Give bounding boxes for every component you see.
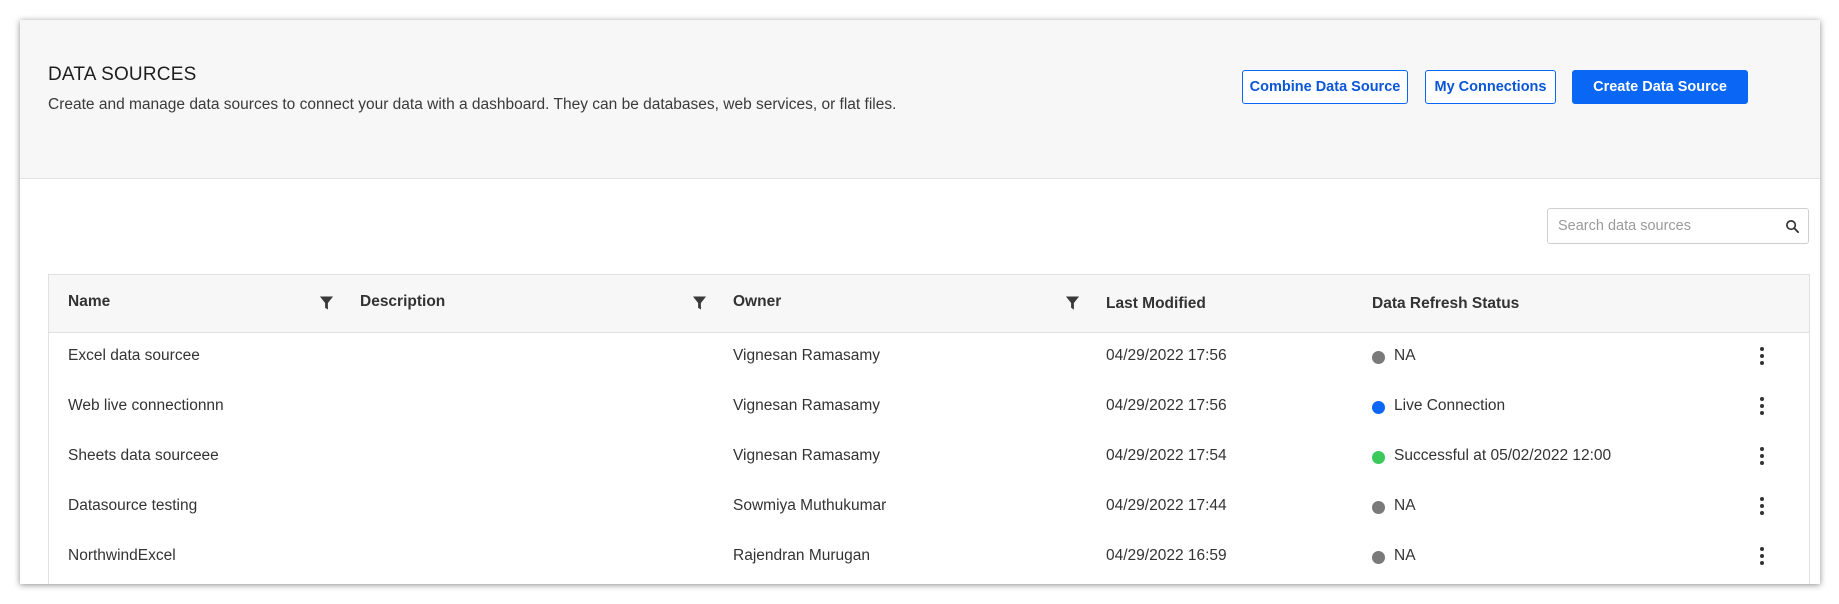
create-data-source-button[interactable]: Create Data Source [1572, 70, 1748, 104]
table-body: Excel data sourcee Vignesan Ramasamy 04/29… [49, 333, 1809, 583]
cell-owner: Vignesan Ramasamy [733, 397, 881, 414]
more-options-icon[interactable] [1752, 495, 1772, 517]
table-header: Name Description Owner Last Modified Dat… [49, 275, 1809, 333]
more-options-icon[interactable] [1752, 545, 1772, 567]
more-options-icon[interactable] [1752, 445, 1772, 467]
cell-owner: Rajendran Murugan [733, 547, 871, 564]
data-sources-table: Name Description Owner Last Modified Dat… [48, 274, 1810, 584]
column-header-name[interactable]: Name [68, 293, 110, 311]
cell-name[interactable]: Web live connectionnn [68, 397, 224, 415]
filter-icon[interactable] [1065, 295, 1080, 311]
status-dot-icon [1372, 451, 1385, 464]
page-header: DATA SOURCES Create and manage data sour… [20, 20, 1820, 179]
status-dot-icon [1372, 351, 1385, 364]
cell-name[interactable]: Datasource testing [68, 497, 197, 515]
cell-last-modified: 04/29/2022 17:44 [1106, 497, 1227, 514]
more-options-icon[interactable] [1752, 345, 1772, 367]
search-icon[interactable] [1785, 219, 1800, 234]
more-options-icon[interactable] [1752, 395, 1772, 417]
cell-refresh-status: Successful at 05/02/2022 12:00 [1394, 447, 1612, 464]
page-title: DATA SOURCES [48, 64, 197, 85]
cell-name[interactable]: NorthwindExcel [68, 547, 176, 565]
table-row[interactable]: Datasource testing Sowmiya Muthukumar 04/2… [49, 483, 1809, 533]
column-header-description[interactable]: Description [360, 293, 445, 311]
filter-icon[interactable] [692, 295, 707, 311]
status-dot-icon [1372, 401, 1385, 414]
my-connections-button[interactable]: My Connections [1425, 70, 1556, 104]
cell-refresh-status: NA [1394, 497, 1416, 514]
search-input[interactable] [1548, 209, 1784, 243]
column-header-last-modified[interactable]: Last Modified [1106, 295, 1206, 313]
cell-name[interactable]: Excel data sourcee [68, 347, 200, 365]
column-header-data-refresh-status[interactable]: Data Refresh Status [1372, 295, 1519, 313]
cell-last-modified: 04/29/2022 17:56 [1106, 347, 1227, 364]
cell-owner: Vignesan Ramasamy [733, 447, 881, 464]
table-row[interactable]: Excel data sourcee Vignesan Ramasamy 04/29… [49, 333, 1809, 383]
cell-refresh-status: Live Connection [1394, 397, 1506, 414]
table-row[interactable]: NorthwindExcel Rajendran Murugan 04/29/202… [49, 533, 1809, 583]
table-row[interactable]: Web live connectionnn Vignesan Ramasamy 04… [49, 383, 1809, 433]
cell-last-modified: 04/29/2022 17:56 [1106, 397, 1227, 414]
cell-owner: Vignesan Ramasamy [733, 347, 881, 364]
filter-icon[interactable] [319, 295, 334, 311]
page-description: Create and manage data sources to connec… [48, 96, 897, 113]
table-row[interactable]: Sheets data sourceee Vignesan Ramasamy 04/… [49, 433, 1809, 483]
cell-refresh-status: NA [1394, 547, 1416, 564]
cell-owner: Sowmiya Muthukumar [733, 497, 887, 514]
cell-refresh-status: NA [1394, 347, 1416, 364]
search-box [1547, 208, 1809, 244]
status-dot-icon [1372, 501, 1385, 514]
cell-last-modified: 04/29/2022 16:59 [1106, 547, 1227, 564]
combine-data-source-button[interactable]: Combine Data Source [1242, 70, 1408, 104]
column-header-owner[interactable]: Owner [733, 293, 781, 311]
status-dot-icon [1372, 551, 1385, 564]
cell-name[interactable]: Sheets data sourceee [68, 447, 219, 465]
cell-last-modified: 04/29/2022 17:54 [1106, 447, 1227, 464]
data-sources-panel: DATA SOURCES Create and manage data sour… [20, 20, 1820, 584]
